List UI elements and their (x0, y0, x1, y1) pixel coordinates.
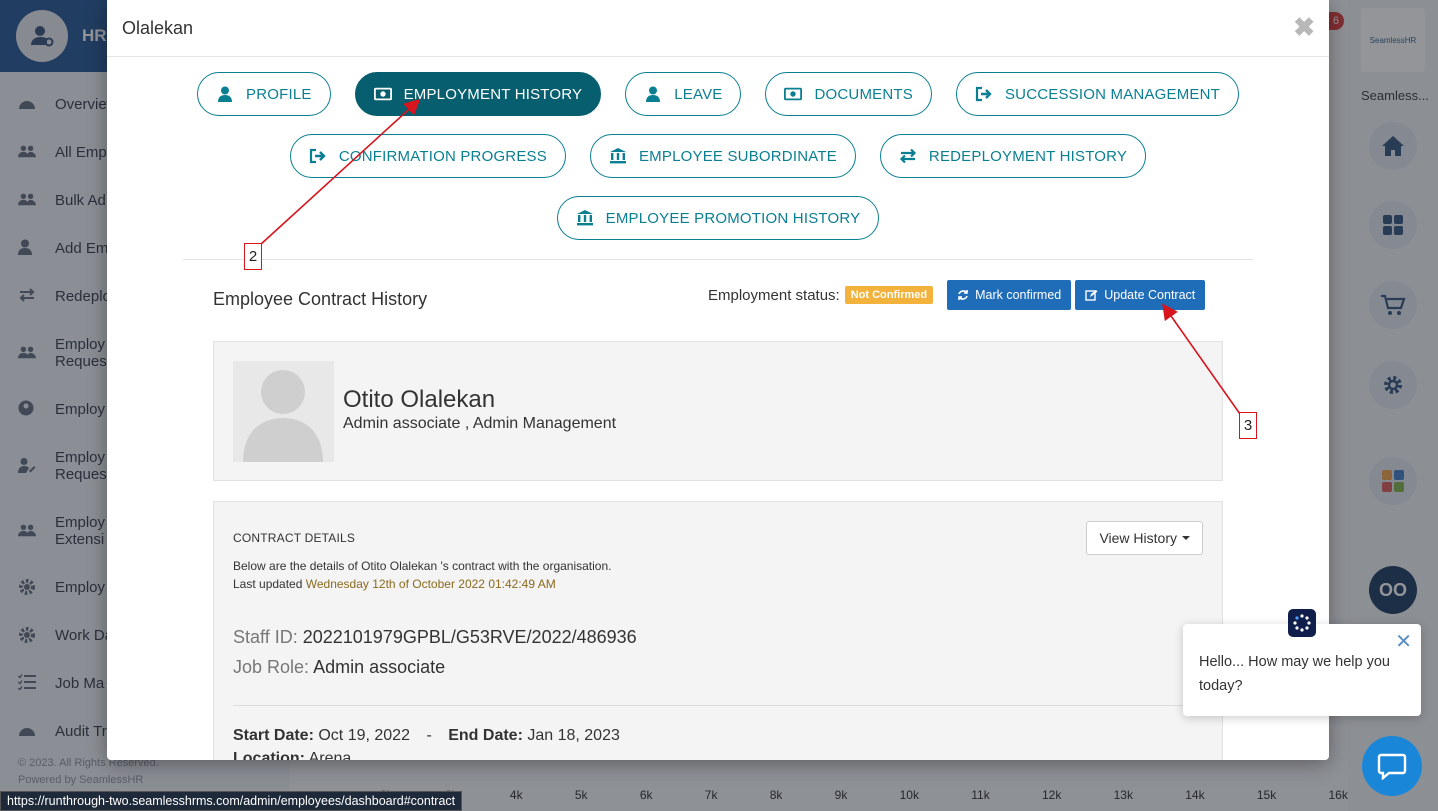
tab-employee-subordinate[interactable]: EMPLOYEE SUBORDINATE (589, 134, 856, 178)
date-separator: - (426, 727, 432, 744)
dots-ring-icon (1293, 614, 1311, 632)
tab-label: DOCUMENTS (814, 85, 913, 103)
divider (233, 705, 1205, 706)
status-badge: Not Confirmed (844, 286, 934, 304)
job-role-label: Job Role: (233, 657, 310, 677)
modal-header: Olalekan (107, 0, 1329, 57)
start-date-label: Start Date: (233, 727, 314, 744)
modal-title: Olalekan (122, 17, 194, 38)
contract-details-card: CONTRACT DETAILS Below are the details o… (213, 501, 1223, 760)
staff-id-row: Staff ID: 2022101979GPBL/G53RVE/2022/486… (233, 627, 637, 648)
contract-details-heading: CONTRACT DETAILS (233, 531, 356, 545)
refresh-icon (957, 289, 969, 301)
tab-confirmation-progress[interactable]: CONFIRMATION PROGRESS (289, 134, 566, 178)
tab-employee-promotion-history[interactable]: EMPLOYEE PROMOTION HISTORY (556, 196, 880, 240)
job-role-row: Job Role: Admin associate (233, 657, 445, 678)
annotation-label-3: 3 (1239, 412, 1257, 439)
mark-confirmed-button[interactable]: Mark confirmed (947, 280, 1072, 310)
person-placeholder-icon (243, 370, 323, 462)
divider (183, 259, 1253, 260)
tab-label: CONFIRMATION PROGRESS (338, 147, 547, 165)
user-icon (216, 86, 234, 102)
contract-description: Below are the details of Otito Olalekan … (233, 557, 612, 593)
location-label: Location: (233, 750, 305, 760)
contract-description-text: Below are the details of Otito Olalekan … (233, 559, 612, 573)
tab-documents[interactable]: DOCUMENTS (765, 72, 932, 116)
section-title: Employee Contract History (213, 289, 428, 309)
chat-icon (1377, 753, 1407, 780)
tab-label: PROFILE (245, 85, 312, 103)
employee-role: Admin associate , Admin Management (343, 415, 617, 432)
update-contract-label: Update Contract (1104, 288, 1196, 302)
contract-location: Location: Arena (233, 750, 351, 760)
chat-message: Hello... How may we help you today? (1199, 654, 1390, 694)
mark-confirmed-label: Mark confirmed (975, 288, 1062, 302)
avatar (233, 361, 334, 462)
close-icon[interactable]: ✕ (1395, 630, 1412, 654)
money-icon (373, 86, 392, 102)
annotation-label-2: 2 (244, 243, 262, 270)
tab-label: LEAVE (674, 85, 723, 103)
close-icon[interactable]: ✖ (1293, 14, 1315, 40)
tab-label: EMPLOYMENT HISTORY (403, 85, 583, 103)
tab-leave[interactable]: LEAVE (625, 72, 742, 116)
tab-row: PROFILE EMPLOYMENT HISTORY LEAVE DOCUMENTS S… (107, 72, 1329, 116)
tab-label: SUCCESSION MANAGEMENT (1004, 85, 1221, 103)
modal-tabs: PROFILE EMPLOYMENT HISTORY LEAVE DOCUMENTS S… (107, 72, 1329, 240)
staff-id-value: 2022101979GPBL/G53RVE/2022/486936 (302, 627, 637, 647)
tab-label: REDEPLOYMENT HISTORY (928, 147, 1128, 165)
chat-launcher-button[interactable] (1362, 736, 1422, 796)
job-role-value: Admin associate (313, 657, 446, 677)
tab-label: EMPLOYEE SUBORDINATE (638, 147, 837, 165)
exchange-icon (899, 148, 917, 164)
employment-status-bar: Employment status: Not Confirmed Mark co… (708, 280, 1206, 310)
tab-succession-management[interactable]: SUCCESSION MANAGEMENT (955, 72, 1240, 116)
tab-employment-history[interactable]: EMPLOYMENT HISTORY (354, 72, 602, 116)
user-icon (644, 86, 662, 102)
employee-profile-card: Otito Olalekan Admin associate , Admin M… (213, 341, 1223, 481)
sign-out-icon (309, 148, 327, 164)
sign-out-icon (975, 86, 993, 102)
location-value: Arena (308, 750, 352, 760)
tab-label: EMPLOYEE PROMOTION HISTORY (605, 209, 861, 227)
status-bar-url: https://runthrough-two.seamlesshrms.com/… (0, 791, 463, 811)
chat-agent-logo (1288, 609, 1316, 637)
last-updated-value: Wednesday 12th of October 2022 01:42:49 … (305, 577, 556, 591)
view-history-dropdown[interactable]: View History (1086, 521, 1203, 555)
tab-redeployment-history[interactable]: REDEPLOYMENT HISTORY (879, 134, 1147, 178)
last-updated: Last updated Wednesday 12th of October 2… (233, 575, 612, 593)
end-date-value: Jan 18, 2023 (527, 727, 620, 744)
last-updated-label: Last updated (233, 577, 303, 591)
tab-row: CONFIRMATION PROGRESS EMPLOYEE SUBORDINAT… (107, 134, 1329, 178)
view-history-label: View History (1099, 530, 1177, 546)
employment-status-label: Employment status: (708, 286, 840, 304)
tab-profile[interactable]: PROFILE (196, 72, 331, 116)
edit-icon (1085, 289, 1098, 301)
caret-down-icon (1182, 536, 1190, 540)
update-contract-button[interactable]: Update Contract (1075, 280, 1206, 310)
employee-name: Otito Olalekan (343, 386, 496, 413)
chat-greeting-bubble[interactable]: ✕ Hello... How may we help you today? (1183, 624, 1421, 716)
start-date-value: Oct 19, 2022 (318, 727, 410, 744)
end-date-label: End Date: (448, 727, 523, 744)
tab-row: EMPLOYEE PROMOTION HISTORY (107, 196, 1329, 240)
contract-dates: Start Date: Oct 19, 2022 - End Date: Jan… (233, 727, 620, 745)
staff-id-label: Staff ID: (233, 627, 298, 647)
bank-icon (576, 210, 594, 226)
bank-icon (609, 148, 627, 164)
money-icon (784, 86, 803, 102)
employee-modal: Olalekan ✖ PROFILE EMPLOYMENT HISTORY LEAV… (107, 0, 1329, 760)
